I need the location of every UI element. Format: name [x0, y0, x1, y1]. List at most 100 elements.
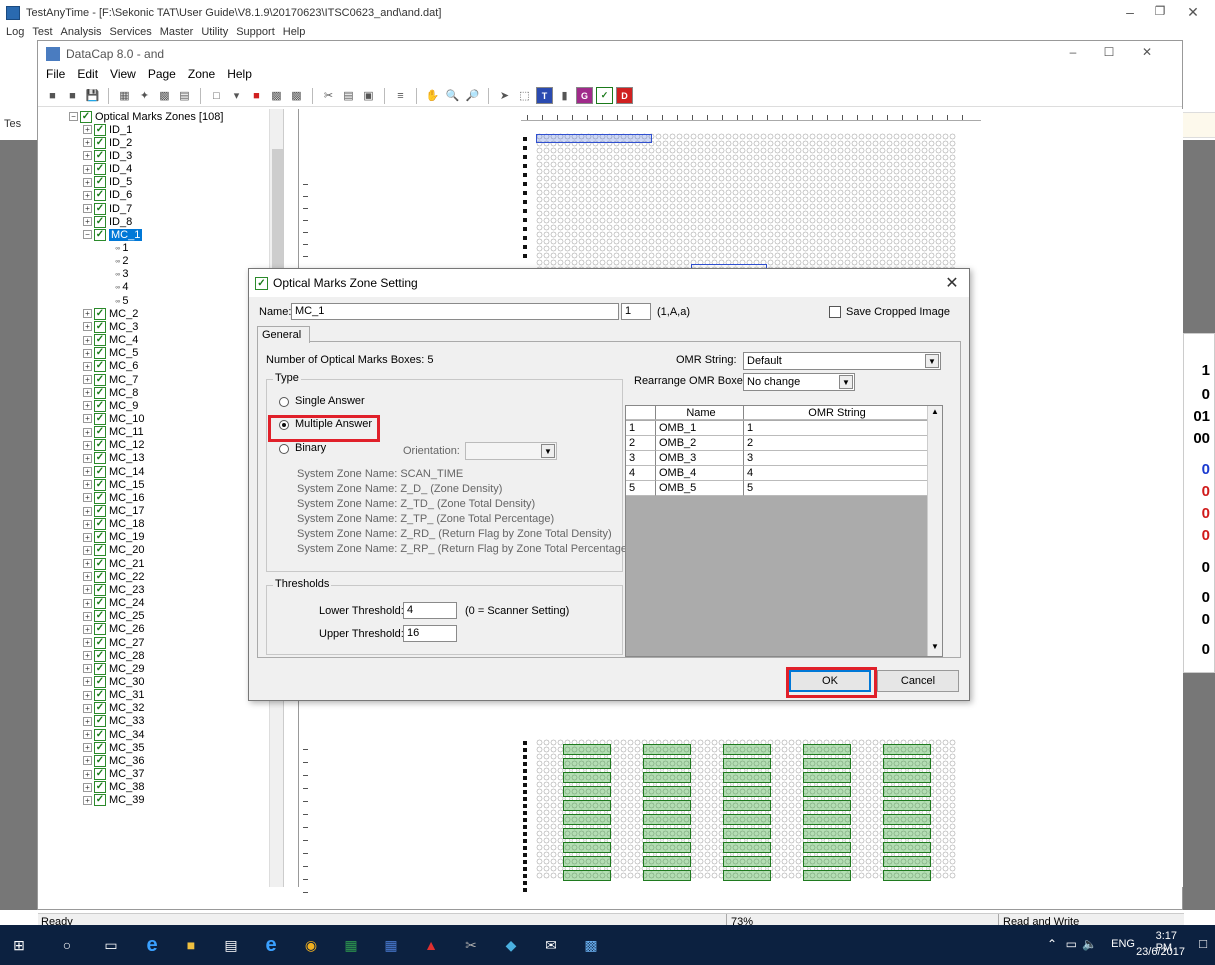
tree-item[interactable]: + ✓ MC_38: [83, 781, 144, 794]
outer-menu-help[interactable]: Help: [283, 26, 306, 40]
checkbox-checked-icon[interactable]: ✓: [94, 176, 106, 189]
checkbox-checked-icon[interactable]: ✓: [94, 702, 106, 715]
internet-explorer-icon[interactable]: e: [260, 934, 282, 956]
menu-edit[interactable]: Edit: [77, 67, 98, 85]
cut-icon[interactable]: ✂: [320, 87, 337, 104]
checkbox-checked-icon[interactable]: ✓: [94, 715, 106, 728]
expand-collapse-icon[interactable]: +: [83, 467, 92, 477]
optical-mark-box-item[interactable]: ◦◦ 5: [115, 294, 129, 307]
expand-collapse-icon[interactable]: +: [83, 532, 92, 542]
checkbox-checked-icon[interactable]: ✓: [94, 781, 106, 794]
checkbox-checked-icon[interactable]: ✓: [94, 412, 106, 425]
expand-collapse-icon[interactable]: +: [83, 190, 92, 200]
tree-item[interactable]: − ✓ MC_1: [83, 228, 143, 241]
tree-item[interactable]: + ✓ MC_17: [83, 505, 144, 518]
expand-collapse-icon[interactable]: +: [83, 664, 92, 674]
network-icon[interactable]: ▭: [1066, 937, 1077, 951]
tray-chevron-up-icon[interactable]: ⌃: [1047, 937, 1057, 951]
checkbox-checked-icon[interactable]: ✓: [94, 518, 106, 531]
expand-collapse-icon[interactable]: +: [83, 177, 92, 187]
checkbox-checked-icon[interactable]: ✓: [94, 347, 106, 360]
expand-collapse-icon[interactable]: +: [83, 795, 92, 805]
notifications-icon[interactable]: □: [1199, 936, 1207, 951]
checkbox-checked-icon[interactable]: ✓: [94, 741, 106, 754]
checkbox-checked-icon[interactable]: ✓: [94, 360, 106, 373]
checkbox-checked-icon[interactable]: ✓: [94, 465, 106, 478]
checkbox-checked-icon[interactable]: ✓: [94, 373, 106, 386]
expand-collapse-icon[interactable]: +: [83, 585, 92, 595]
excel-icon[interactable]: ▦: [340, 935, 362, 955]
tree-item[interactable]: + ✓ MC_33: [83, 715, 144, 728]
tree-item[interactable]: + ✓ MC_3: [83, 320, 138, 333]
outer-menu-log[interactable]: Log: [6, 26, 24, 40]
clock-date[interactable]: 23/6/2017: [1136, 946, 1185, 958]
expand-collapse-icon[interactable]: −: [83, 230, 92, 240]
expand-collapse-icon[interactable]: +: [83, 572, 92, 582]
checkbox-checked-icon[interactable]: ✓: [94, 675, 106, 688]
table-row[interactable]: 1 OMB_1 1: [626, 421, 928, 436]
tree-item[interactable]: + ✓ MC_6: [83, 360, 138, 373]
outer-menu-master[interactable]: Master: [160, 26, 194, 40]
dialog-close-button[interactable]: ✕: [943, 273, 961, 293]
pointer-icon[interactable]: ➤: [496, 87, 513, 104]
data-zone-icon[interactable]: D: [616, 87, 633, 104]
checkbox-checked-icon[interactable]: ✓: [94, 662, 106, 675]
tree-item[interactable]: + ✓ MC_18: [83, 518, 144, 531]
outer-menu-support[interactable]: Support: [236, 26, 275, 40]
tree-item[interactable]: + ✓ MC_22: [83, 570, 144, 583]
tree-item[interactable]: + ✓ MC_16: [83, 491, 144, 504]
expand-collapse-icon[interactable]: +: [83, 427, 92, 437]
chrome-icon[interactable]: ◉: [300, 935, 322, 955]
expand-collapse-icon[interactable]: +: [83, 598, 92, 608]
app-icon[interactable]: ◆: [500, 935, 522, 955]
new-doc-icon[interactable]: ■: [44, 87, 61, 104]
tree-item[interactable]: + ✓ MC_7: [83, 373, 138, 386]
acrobat-icon[interactable]: ▲: [420, 935, 442, 955]
tree-item[interactable]: + ✓ ID_6: [83, 189, 132, 202]
datacap-minimize-button[interactable]: –: [1058, 45, 1088, 59]
expand-collapse-icon[interactable]: −: [69, 112, 78, 121]
checkbox-checked-icon[interactable]: ✓: [94, 386, 106, 399]
orientation-select[interactable]: ▼: [465, 442, 557, 460]
zoom-in-icon[interactable]: 🔍: [444, 87, 461, 104]
search-icon[interactable]: ○: [56, 935, 78, 955]
menu-zone[interactable]: Zone: [188, 67, 215, 85]
lower-threshold-input[interactable]: 4: [403, 602, 457, 619]
language-indicator[interactable]: ENG: [1111, 938, 1135, 950]
expand-collapse-icon[interactable]: +: [83, 388, 92, 398]
outer-maximize-button[interactable]: ❐: [1145, 4, 1175, 18]
dropdown-arrow-icon[interactable]: ▾: [228, 87, 245, 104]
tree-item[interactable]: + ✓ MC_5: [83, 347, 138, 360]
zoom-out-icon[interactable]: 🔎: [464, 87, 481, 104]
expand-collapse-icon[interactable]: +: [83, 651, 92, 661]
page-icon[interactable]: □: [208, 87, 225, 104]
tree-item[interactable]: + ✓ MC_15: [83, 478, 144, 491]
tree-item[interactable]: + ✓ MC_24: [83, 597, 144, 610]
checkbox-checked-icon[interactable]: ✓: [94, 307, 106, 320]
grid-icon[interactable]: ▩: [156, 87, 173, 104]
expand-collapse-icon[interactable]: +: [83, 309, 92, 319]
barcode-zone-icon[interactable]: ▮: [556, 87, 573, 104]
expand-collapse-icon[interactable]: +: [83, 730, 92, 740]
expand-collapse-icon[interactable]: +: [83, 151, 92, 161]
expand-collapse-icon[interactable]: +: [83, 401, 92, 411]
checkbox-checked-icon[interactable]: ✓: [94, 583, 106, 596]
tree-item[interactable]: + ✓ ID_1: [83, 123, 132, 136]
expand-collapse-icon[interactable]: +: [83, 506, 92, 516]
table-row[interactable]: 5 OMB_5 5: [626, 481, 928, 496]
tree-item[interactable]: − ✓ Optical Marks Zones [108]: [69, 110, 223, 123]
tree-item[interactable]: + ✓ MC_28: [83, 649, 144, 662]
outer-minimize-button[interactable]: –: [1115, 4, 1145, 20]
expand-collapse-icon[interactable]: +: [83, 493, 92, 503]
expand-collapse-icon[interactable]: +: [83, 375, 92, 384]
checkbox-checked-icon[interactable]: ✓: [94, 689, 106, 702]
expand-collapse-icon[interactable]: +: [83, 611, 92, 621]
menu-file[interactable]: File: [46, 67, 65, 85]
task-view-icon[interactable]: ▭: [100, 935, 122, 955]
expand-collapse-icon[interactable]: +: [83, 480, 92, 490]
scroll-down-icon[interactable]: ▼: [931, 642, 939, 651]
expand-collapse-icon[interactable]: +: [83, 519, 92, 529]
checkbox-checked-icon[interactable]: ✓: [94, 320, 106, 333]
checkbox-checked-icon[interactable]: ✓: [94, 478, 106, 491]
store-icon[interactable]: ▤: [220, 935, 242, 955]
